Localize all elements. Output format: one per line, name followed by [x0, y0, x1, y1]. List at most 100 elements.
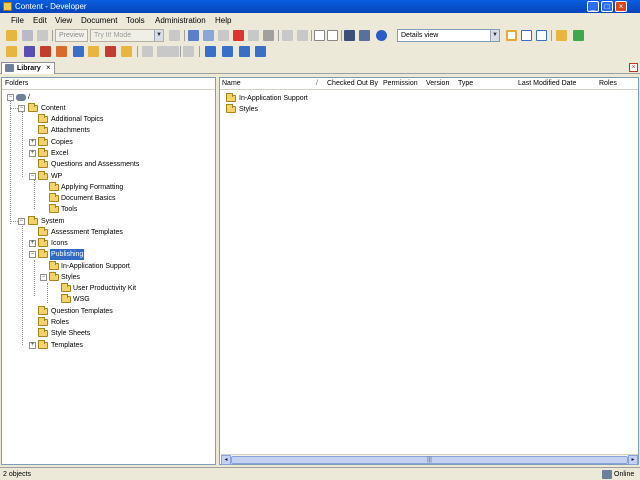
connection-status: Online [614, 471, 635, 478]
menu-document[interactable]: Document [81, 16, 117, 25]
menu-edit[interactable]: Edit [33, 16, 47, 25]
expand-icon[interactable] [327, 30, 338, 41]
expand-icon[interactable]: + [29, 139, 36, 146]
minimize-button[interactable]: _ [587, 1, 599, 12]
column-header-type[interactable]: Type [458, 78, 473, 90]
scroll-right-icon[interactable]: ▸ [628, 455, 638, 465]
help-doc-icon[interactable] [168, 46, 179, 57]
folder-icon [49, 261, 59, 270]
binoculars-icon[interactable] [344, 30, 355, 41]
menu-file[interactable]: File [11, 16, 24, 25]
new-section-icon[interactable] [40, 46, 51, 57]
close-panel-icon[interactable]: × [629, 63, 638, 72]
main-toolbar: Preview Try It! Mode ▼ Details view ▼ [0, 28, 640, 43]
tab-library-label: Library [17, 65, 41, 72]
layout-columns-icon[interactable] [536, 30, 547, 41]
column-header-last-modified[interactable]: Last Modified Date [518, 78, 576, 90]
tab-library[interactable]: Library × [1, 62, 55, 74]
new-question-icon[interactable] [121, 46, 132, 57]
folder-icon [226, 93, 236, 102]
folder-icon [226, 104, 236, 113]
column-header-roles[interactable]: Roles [599, 78, 617, 90]
open-icon[interactable] [6, 30, 17, 41]
folder-icon [28, 103, 38, 112]
close-window-button[interactable]: × [615, 1, 627, 12]
collapse-icon[interactable]: − [18, 105, 25, 112]
close-tab-icon[interactable]: × [46, 63, 51, 73]
menu-administration[interactable]: Administration [155, 16, 206, 25]
view-select[interactable]: Details view ▼ [397, 29, 500, 42]
publish-icon[interactable] [169, 30, 180, 41]
folder-icon [38, 171, 48, 180]
menu-help[interactable]: Help [215, 16, 231, 25]
new-package-icon[interactable] [88, 46, 99, 57]
collapse-icon[interactable]: − [7, 94, 14, 101]
new-assessment-icon[interactable] [105, 46, 116, 57]
glossary-icon[interactable] [157, 46, 168, 57]
collapse-icon[interactable]: − [40, 274, 47, 281]
save-all-icon[interactable] [37, 30, 48, 41]
layout-split-icon[interactable] [521, 30, 532, 41]
folder-icon [38, 249, 48, 258]
check-out-icon[interactable] [222, 46, 233, 57]
folder-icon [38, 340, 48, 349]
find-icon[interactable] [263, 30, 274, 41]
folder-icon [28, 216, 38, 225]
get-latest-icon[interactable] [239, 46, 250, 57]
spell-check-icon[interactable] [359, 30, 370, 41]
details-pane: Name / Checked Out By Permission Version… [219, 77, 639, 465]
folder-icon [49, 204, 59, 213]
copy-icon[interactable] [203, 30, 214, 41]
expand-icon[interactable]: + [29, 150, 36, 157]
refresh-icon[interactable] [573, 30, 584, 41]
mode-select[interactable]: Try It! Mode ▼ [90, 29, 164, 42]
redo-icon[interactable] [297, 30, 308, 41]
link-icon[interactable] [142, 46, 153, 57]
save-icon[interactable] [22, 30, 33, 41]
undo-icon[interactable] [282, 30, 293, 41]
folder-icon [38, 238, 48, 247]
column-header-name[interactable]: Name [222, 78, 241, 90]
object-count: 2 objects [3, 471, 32, 478]
scroll-left-icon[interactable]: ◂ [221, 455, 231, 465]
folder-icon [38, 227, 48, 236]
column-header-checked-out-by[interactable]: Checked Out By [327, 78, 378, 90]
cut-icon[interactable] [188, 30, 199, 41]
horizontal-scrollbar[interactable]: ◂ ||| ▸ [221, 454, 638, 465]
library-icon [5, 64, 14, 72]
library-icon[interactable] [556, 30, 567, 41]
collapse-icon[interactable]: − [29, 251, 36, 258]
check-in-icon[interactable] [205, 46, 216, 57]
new-topic-icon[interactable] [56, 46, 67, 57]
delete-icon[interactable] [233, 30, 244, 41]
folder-icon [49, 193, 59, 202]
folder-tree-pane: Folders − / − Content Additional Topics … [1, 77, 216, 465]
chevron-down-icon: ▼ [490, 30, 499, 41]
preview-button[interactable]: Preview [55, 29, 88, 42]
new-folder-icon[interactable] [6, 46, 17, 57]
collapse-icon[interactable] [314, 30, 325, 41]
new-web-page-icon[interactable] [73, 46, 84, 57]
folder-icon [61, 294, 71, 303]
expand-icon[interactable]: + [29, 240, 36, 247]
history-icon[interactable] [255, 46, 266, 57]
paste-icon[interactable] [218, 30, 229, 41]
app-window: Content - Developer _ □ × File Edit View… [0, 0, 640, 480]
layout-details-icon[interactable] [506, 30, 517, 41]
edit-icon[interactable] [183, 46, 194, 57]
column-header-permission[interactable]: Permission [383, 78, 418, 90]
properties-icon[interactable] [248, 30, 259, 41]
folder-icon [49, 272, 59, 281]
expand-icon[interactable]: + [29, 342, 36, 349]
menu-tools[interactable]: Tools [126, 16, 145, 25]
menu-view[interactable]: View [55, 16, 72, 25]
status-bar: 2 objects Online [0, 467, 640, 480]
column-header-version[interactable]: Version [426, 78, 449, 90]
maximize-button[interactable]: □ [601, 1, 613, 12]
help-icon[interactable] [376, 30, 387, 41]
folder-icon [38, 159, 48, 168]
new-module-icon[interactable] [24, 46, 35, 57]
scrollbar-thumb[interactable]: ||| [231, 456, 628, 464]
collapse-icon[interactable]: − [29, 173, 36, 180]
collapse-icon[interactable]: − [18, 218, 25, 225]
